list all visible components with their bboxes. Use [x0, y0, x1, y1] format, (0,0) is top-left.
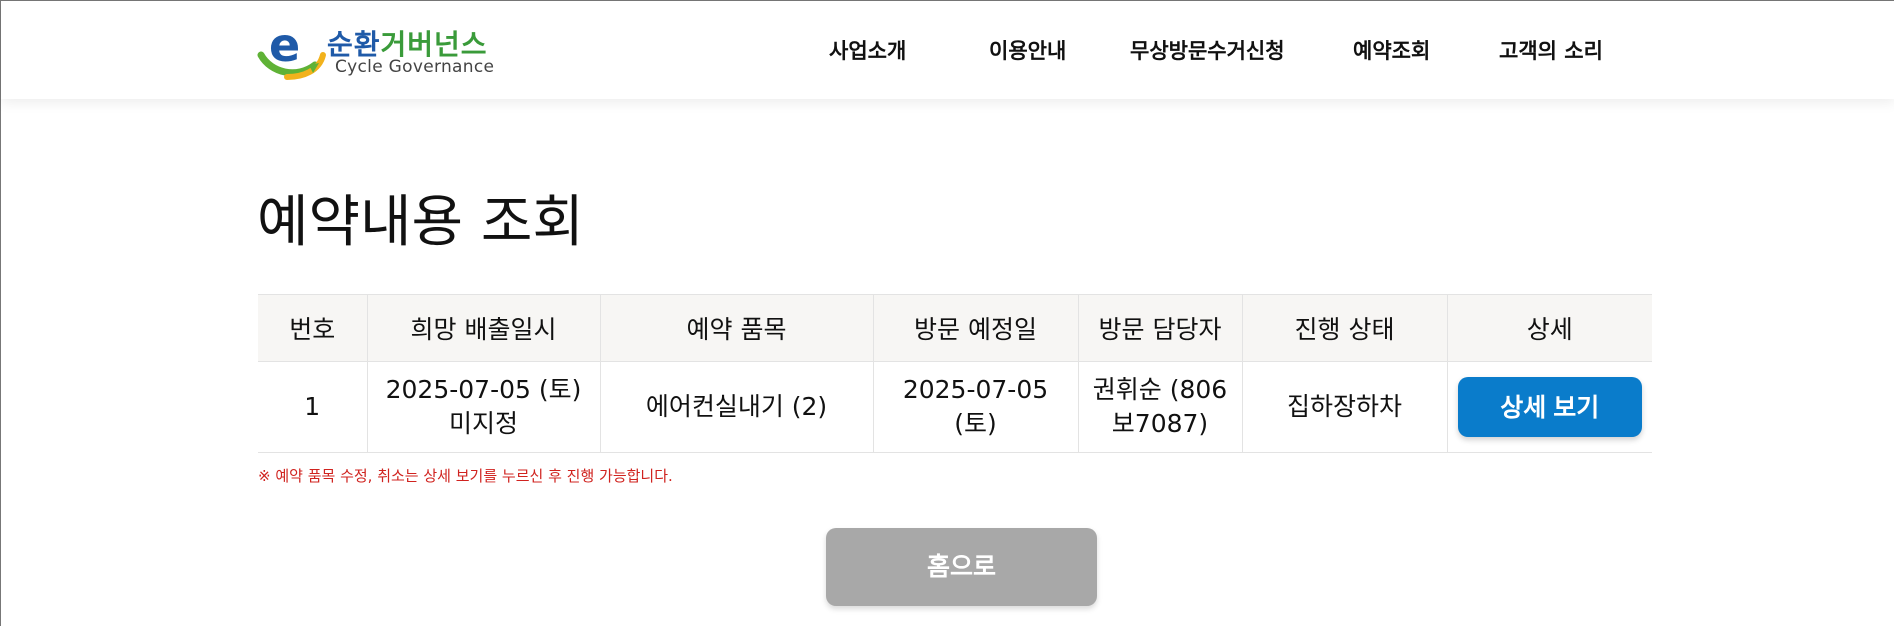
page-title: 예약내용 조회: [257, 190, 584, 255]
table-row: 1 2025-07-05 (토) 미지정 에어컨실내기 (2) 2025-07-…: [258, 361, 1652, 453]
column-header-items: 예약 품목: [599, 294, 874, 362]
cell-visit-date: 2025-07-05 (토): [872, 361, 1079, 453]
main-nav: 사업소개 이용안내 무상방문수거신청 예약조회 고객의 소리: [1, 1, 1894, 99]
column-header-desired-date: 희망 배출일시: [366, 294, 601, 362]
cell-manager-line1: 권휘순 (806: [1092, 375, 1228, 405]
home-button[interactable]: 홈으로: [826, 528, 1097, 606]
cell-desired-date-value: 2025-07-05 (토): [385, 375, 582, 405]
cell-status: 집하장하차: [1241, 361, 1448, 453]
column-header-number: 번호: [258, 294, 368, 362]
column-header-detail: 상세: [1446, 294, 1652, 362]
cell-desired-date: 2025-07-05 (토) 미지정: [366, 361, 601, 453]
nav-item-guide[interactable]: 이용안내: [989, 35, 1066, 65]
cell-detail: 상세 보기: [1446, 361, 1652, 453]
detail-view-button[interactable]: 상세 보기: [1457, 377, 1642, 437]
cell-manager-line2: 보7087): [1111, 409, 1209, 438]
nav-item-customer-voice[interactable]: 고객의 소리: [1499, 35, 1603, 65]
column-header-visit-date: 방문 예정일: [872, 294, 1079, 362]
column-header-status: 진행 상태: [1241, 294, 1448, 362]
nav-item-reservation-lookup[interactable]: 예약조회: [1353, 35, 1430, 65]
cell-number: 1: [258, 361, 368, 453]
cell-desired-time-value: 미지정: [448, 409, 518, 438]
site-header: e 순환거버넌스 Cycle Governance 사업소개 이용안내 무상방문…: [1, 1, 1894, 99]
reservation-table: 번호 희망 배출일시 예약 품목 방문 예정일 방문 담당자 진행 상태 상세 …: [258, 294, 1652, 453]
nav-item-about[interactable]: 사업소개: [829, 35, 906, 65]
table-header-row: 번호 희망 배출일시 예약 품목 방문 예정일 방문 담당자 진행 상태 상세: [258, 294, 1652, 362]
column-header-manager: 방문 담당자: [1077, 294, 1243, 362]
cell-items: 에어컨실내기 (2): [599, 361, 874, 453]
nav-item-free-pickup-request[interactable]: 무상방문수거신청: [1130, 35, 1285, 65]
edit-cancel-notice: ※ 예약 품목 수정, 취소는 상세 보기를 누르신 후 진행 가능합니다.: [258, 467, 673, 485]
cell-manager: 권휘순 (806 보7087): [1077, 361, 1243, 453]
